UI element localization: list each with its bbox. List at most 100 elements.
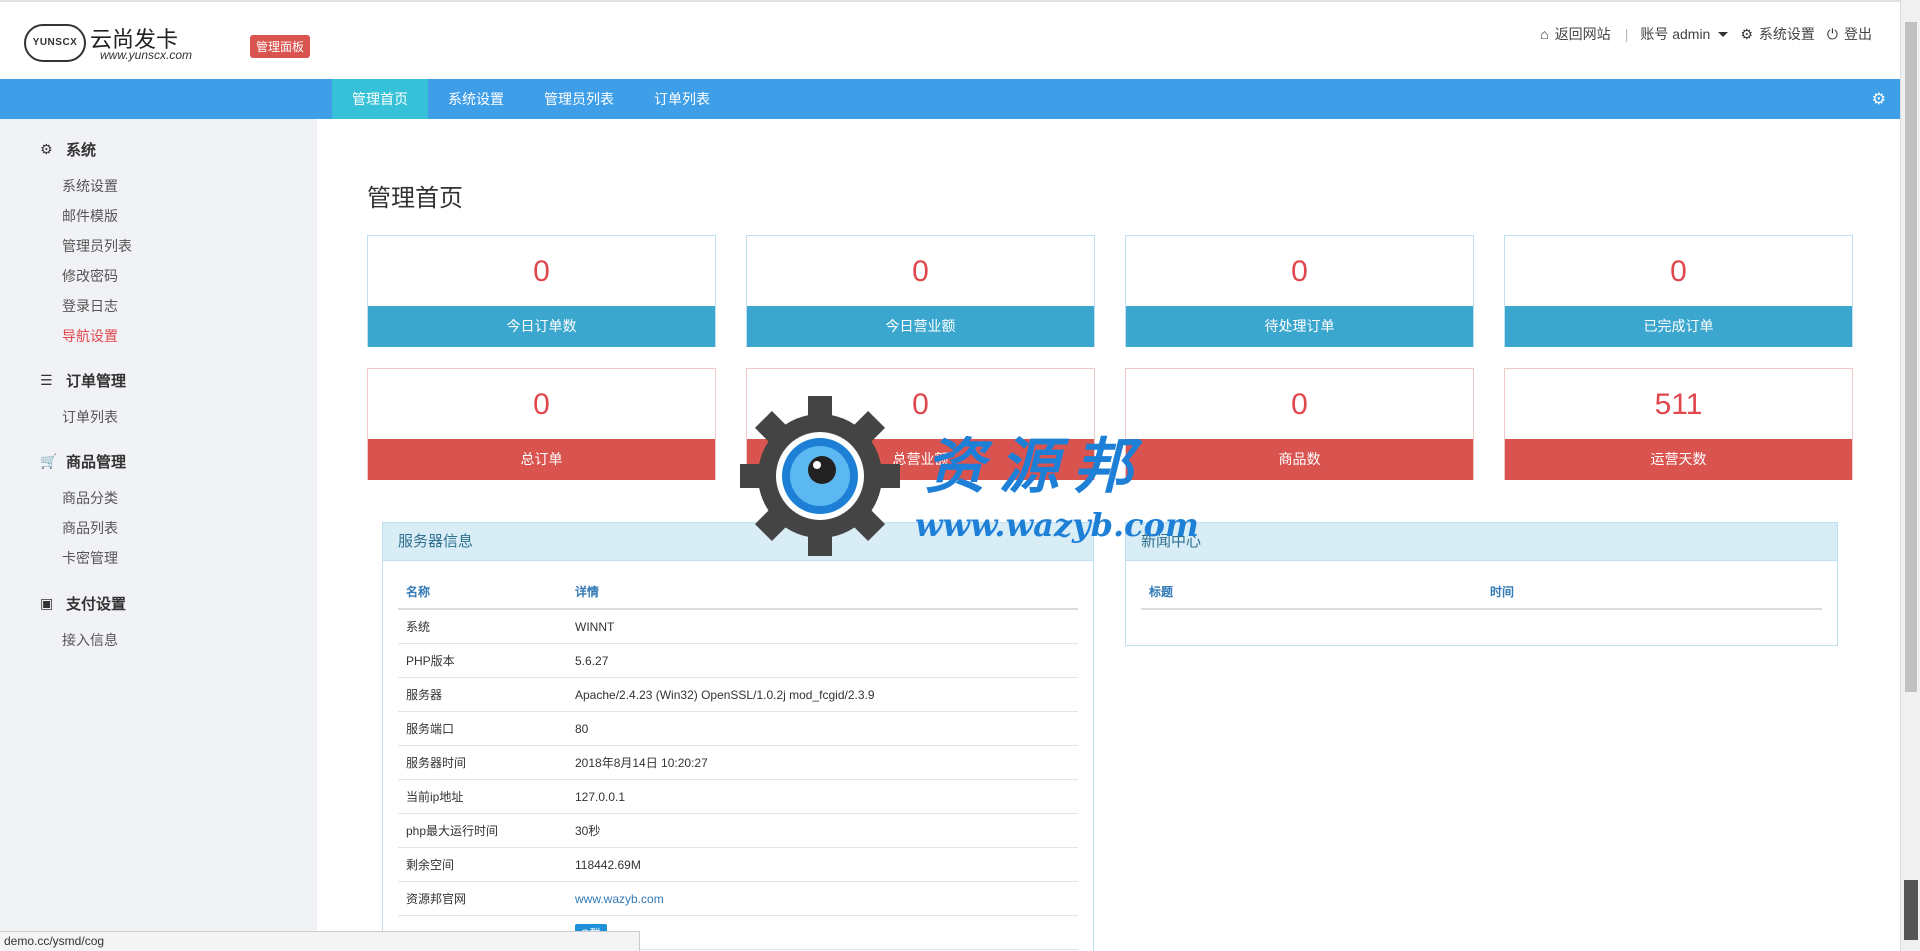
sidebar-item-nav-settings[interactable]: 导航设置 [62,326,118,346]
nav-gear-icon[interactable]: ⚙ [1872,89,1886,109]
table-row: php最大运行时间 30秒 [398,814,1078,848]
page-scrollbar[interactable] [1900,0,1920,951]
server-info-table: 名称 详情 系统 WINNT PHP版本 5.6.27 服务器 Apache/2… [398,575,1078,950]
sidebar-item-admin-list[interactable]: 管理员列表 [62,236,132,256]
table-row: 服务端口 80 [398,712,1078,746]
server-info-panel: 服务器信息 名称 详情 系统 WINNT PHP版本 5.6.27 服务器 Ap… [382,522,1094,951]
cell-detail: 127.0.0.1 [575,790,626,804]
power-icon: ⏻ [1826,25,1838,42]
scrollbar-thumb[interactable] [1905,22,1917,692]
cell-detail: WINNT [575,620,615,634]
stat-label: 今日订单数 [368,306,715,347]
cell-detail: 5.6.27 [575,654,609,668]
cart-icon: 🛒 [40,453,58,469]
stat-pending-orders: 0 待处理订单 [1125,235,1474,347]
system-settings-label: 系统设置 [1758,26,1815,42]
news-center-panel: 新闻中心 标题 时间 [1125,522,1838,646]
cell-name: 当前ip地址 [406,790,464,804]
cell-detail: 118442.69M [575,858,641,872]
news-table: 标题 时间 [1141,575,1822,610]
table-row: 资源邦官网 www.wazyb.com [398,882,1078,916]
system-settings-link[interactable]: ⚙ 系统设置 [1740,24,1815,44]
table-header: 名称 详情 [398,575,1078,610]
sidebar-item-order-list[interactable]: 订单列表 [62,407,118,427]
stat-value: 0 [1670,255,1687,288]
tab-system-settings[interactable]: 系统设置 [428,79,524,119]
stat-today-revenue: 0 今日营业额 [746,235,1095,347]
table-header: 标题 时间 [1141,575,1822,610]
official-site-link[interactable]: www.wazyb.com [567,882,1078,915]
stat-total-revenue: 0 总营业额 [746,368,1095,480]
logout-link[interactable]: ⏻ 登出 [1827,24,1872,44]
main-navbar: 管理首页 系统设置 管理员列表 订单列表 ⚙ [0,79,1900,119]
account-dropdown[interactable]: 账号 admin [1640,24,1729,44]
back-site-label: 返回网站 [1554,26,1611,42]
credit-card-icon: ▣ [40,595,54,611]
sidebar-group-label: 商品管理 [66,454,127,471]
list-icon: ☰ [40,372,53,388]
sidebar-item-product-category[interactable]: 商品分类 [62,488,118,508]
stat-label: 总营业额 [747,439,1094,480]
sidebar-item-mail-template[interactable]: 邮件模版 [62,206,118,226]
stat-completed-orders: 0 已完成订单 [1504,235,1853,347]
cell-name: php最大运行时间 [406,824,499,838]
sidebar-item-access-info[interactable]: 接入信息 [62,630,118,650]
tab-admin-list[interactable]: 管理员列表 [524,79,634,119]
logo-cloud-icon: YUNSCX [24,24,86,62]
home-icon: ⌂ [1540,26,1549,42]
stat-label: 总订单 [368,439,715,480]
stat-label: 运营天数 [1505,439,1852,480]
top-header: YUNSCX 云尚发卡 www.yunscx.com 管理面板 ⌂ 返回网站 |… [0,0,1900,79]
stat-value: 0 [912,388,929,421]
table-row: 当前ip地址 127.0.0.1 [398,780,1078,814]
gear-icon: ⚙ [1740,25,1753,42]
cell-name: 系统 [406,620,431,634]
cell-name: 服务器 [406,688,443,702]
cell-detail: 2018年8月14日 10:20:27 [575,756,708,770]
stat-total-orders: 0 总订单 [367,368,716,480]
tab-order-list[interactable]: 订单列表 [634,79,730,119]
table-row: 剩余空间 118442.69M [398,848,1078,882]
stat-label: 商品数 [1126,439,1473,480]
table-row: 系统 WINNT [398,610,1078,644]
cell-detail: Apache/2.4.23 (Win32) OpenSSL/1.0.2j mod… [575,688,875,702]
stat-value: 0 [1291,388,1308,421]
sidebar-item-change-password[interactable]: 修改密码 [62,266,118,286]
stat-value: 0 [533,255,550,288]
tab-dashboard[interactable]: 管理首页 [332,79,428,119]
back-site-link[interactable]: ⌂ 返回网站 [1540,24,1610,44]
cell-name: 剩余空间 [406,858,455,872]
cell-name: 服务器时间 [406,756,467,770]
stat-value: 0 [912,255,929,288]
cell-detail: 30秒 [575,824,601,838]
caret-down-icon [1718,31,1729,37]
sidebar-item-product-list[interactable]: 商品列表 [62,518,118,538]
sidebar-item-card-keys[interactable]: 卡密管理 [62,548,118,568]
stat-value: 511 [1654,388,1703,421]
admin-panel-badge: 管理面板 [250,35,311,58]
sidebar-group-orders[interactable]: ☰ 订单管理 [40,370,126,391]
panel-title: 服务器信息 [383,523,1093,561]
sidebar-group-products[interactable]: 🛒 商品管理 [40,451,126,472]
stat-operating-days: 511 运营天数 [1504,368,1853,480]
column-header: 标题 [1149,585,1174,599]
table-row: 服务器 Apache/2.4.23 (Win32) OpenSSL/1.0.2j… [398,678,1078,712]
cell-name: 服务端口 [406,722,455,736]
stat-label: 今日营业额 [747,306,1094,347]
logo[interactable]: YUNSCX 云尚发卡 www.yunscx.com [24,20,214,66]
sidebar-group-payment[interactable]: ▣ 支付设置 [40,593,126,614]
gear-icon: ⚙ [40,141,53,157]
sidebar-item-system-settings[interactable]: 系统设置 [62,176,118,196]
sidebar: ⚙ 系统 系统设置 邮件模版 管理员列表 修改密码 登录日志 导航设置 ☰ 订单… [0,119,317,951]
divider: | [1624,26,1629,42]
sidebar-group-system[interactable]: ⚙ 系统 [40,139,96,160]
column-header: 详情 [575,585,600,599]
stat-label: 待处理订单 [1126,306,1473,347]
sidebar-item-login-log[interactable]: 登录日志 [62,296,118,316]
top-right-menu: ⌂ 返回网站 | 账号 admin ⚙ 系统设置 ⏻ 登出 [1528,24,1872,44]
table-row: PHP版本 5.6.27 [398,644,1078,678]
cell-detail: 80 [575,722,589,736]
account-label: 账号 admin [1640,26,1711,42]
cell-detail: Q群 [567,916,1078,949]
sidebar-group-label: 订单管理 [66,373,127,390]
